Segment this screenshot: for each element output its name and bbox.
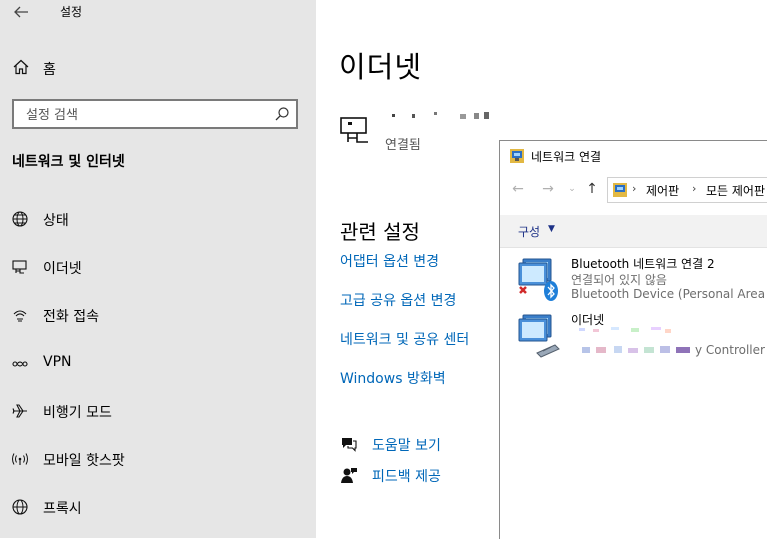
hotspot-icon (12, 453, 28, 465)
ethernet-connection-icon (340, 117, 368, 143)
sidebar-item-label: 상태 (43, 213, 69, 229)
feedback-person-icon (341, 468, 357, 483)
related-settings-title: 관련 설정 (340, 220, 420, 244)
connection-status: 연결됨 (385, 138, 421, 153)
navigation-bar: ← → ⌄ ↑ › 제어판 › 모든 제어판 (500, 171, 767, 207)
breadcrumb-separator-icon: › (632, 182, 637, 195)
feedback-label: 피드백 제공 (372, 469, 441, 485)
sidebar-item-label: VPN (43, 354, 72, 370)
connection-device-redacted (582, 344, 694, 356)
sidebar-item-airplane-mode[interactable]: 비행기 모드 (0, 396, 316, 426)
search-icon[interactable] (274, 106, 290, 122)
sidebar-item-dialup[interactable]: 전화 접속 (0, 300, 316, 330)
breadcrumb-all-control-panel[interactable]: 모든 제어판 (706, 182, 765, 199)
recent-chevron-icon[interactable]: ⌄ (564, 181, 580, 197)
home-icon (13, 59, 29, 75)
sidebar-item-mobile-hotspot[interactable]: 모바일 핫스팟 (0, 444, 316, 474)
section-title: 네트워크 및 인터넷 (12, 154, 125, 170)
ethernet-icon (12, 260, 27, 274)
search-box[interactable] (12, 99, 298, 129)
window-titlebar[interactable]: 네트워크 연결 (500, 141, 767, 171)
proxy-globe-icon (12, 499, 28, 515)
connection-status: 연결되어 있지 않음 (571, 273, 667, 287)
connection-status-redacted (571, 327, 691, 339)
ethernet-adapter-icon (518, 314, 560, 358)
link-network-sharing-center[interactable]: 네트워크 및 공유 센터 (340, 329, 469, 349)
vpn-icon (12, 361, 28, 367)
connection-item-bluetooth[interactable]: Bluetooth 네트워크 연결 2 연결되어 있지 않음 Bluetooth… (500, 255, 767, 311)
back-arrow-icon[interactable]: ← (510, 181, 526, 197)
up-arrow-icon[interactable]: ↑ (584, 181, 600, 197)
link-adapter-options[interactable]: 어댑터 옵션 변경 (340, 251, 439, 271)
sidebar-item-label: 비행기 모드 (43, 405, 112, 421)
sidebar-item-label: 전화 접속 (43, 309, 99, 325)
address-bar[interactable]: › 제어판 › 모든 제어판 (607, 177, 767, 203)
dropdown-caret-icon[interactable]: ▼ (548, 224, 555, 234)
link-windows-firewall[interactable]: Windows 방화벽 (340, 368, 446, 388)
globe-icon (12, 211, 28, 227)
sidebar-item-vpn[interactable]: VPN (0, 348, 316, 378)
sidebar-item-label: 프록시 (43, 501, 82, 517)
bluetooth-network-adapter-icon (518, 258, 558, 301)
sidebar-item-ethernet[interactable]: 이더넷 (0, 252, 316, 282)
connection-name: 이더넷 (571, 313, 605, 327)
help-label: 도움말 보기 (372, 438, 441, 454)
network-folder-icon (510, 149, 524, 163)
network-connections-window[interactable]: 네트워크 연결 ← → ⌄ ↑ › 제어판 › 모든 제어판 구성 ▼ Blue… (499, 140, 767, 539)
help-chat-icon (342, 438, 357, 452)
link-advanced-sharing[interactable]: 고급 공유 옵션 변경 (340, 290, 456, 310)
sidebar-item-status[interactable]: 상태 (0, 204, 316, 234)
breadcrumb-separator-icon: › (692, 182, 697, 195)
airplane-icon (12, 404, 27, 418)
back-arrow-icon (14, 6, 28, 18)
control-panel-icon (613, 183, 627, 197)
dialup-icon (13, 310, 27, 322)
connection-item-ethernet[interactable]: 이더넷 y Controller (500, 311, 767, 367)
search-input[interactable] (24, 105, 268, 125)
sidebar-item-proxy[interactable]: 프록시 (0, 492, 316, 522)
organize-button[interactable]: 구성 (518, 223, 540, 240)
sidebar-item-home[interactable]: 홈 (0, 56, 316, 80)
sidebar-item-label: 모바일 핫스팟 (43, 453, 125, 469)
window-title: 설정 (60, 5, 83, 19)
connection-device: Bluetooth Device (Personal Area (571, 287, 766, 301)
connection-name-redacted[interactable] (386, 110, 496, 124)
home-label: 홈 (43, 62, 56, 78)
command-bar: 구성 ▼ (500, 215, 767, 248)
window-title: 네트워크 연결 (531, 150, 602, 164)
connection-name: Bluetooth 네트워크 연결 2 (571, 257, 715, 271)
back-button[interactable] (10, 2, 34, 22)
settings-sidebar: 설정 홈 네트워크 및 인터넷 상태 이더넷 전 (0, 0, 316, 538)
breadcrumb-control-panel[interactable]: 제어판 (646, 182, 679, 199)
page-title: 이더넷 (339, 50, 423, 84)
forward-arrow-icon[interactable]: → (540, 181, 556, 197)
sidebar-item-label: 이더넷 (43, 261, 82, 277)
connection-device: y Controller (695, 343, 765, 357)
